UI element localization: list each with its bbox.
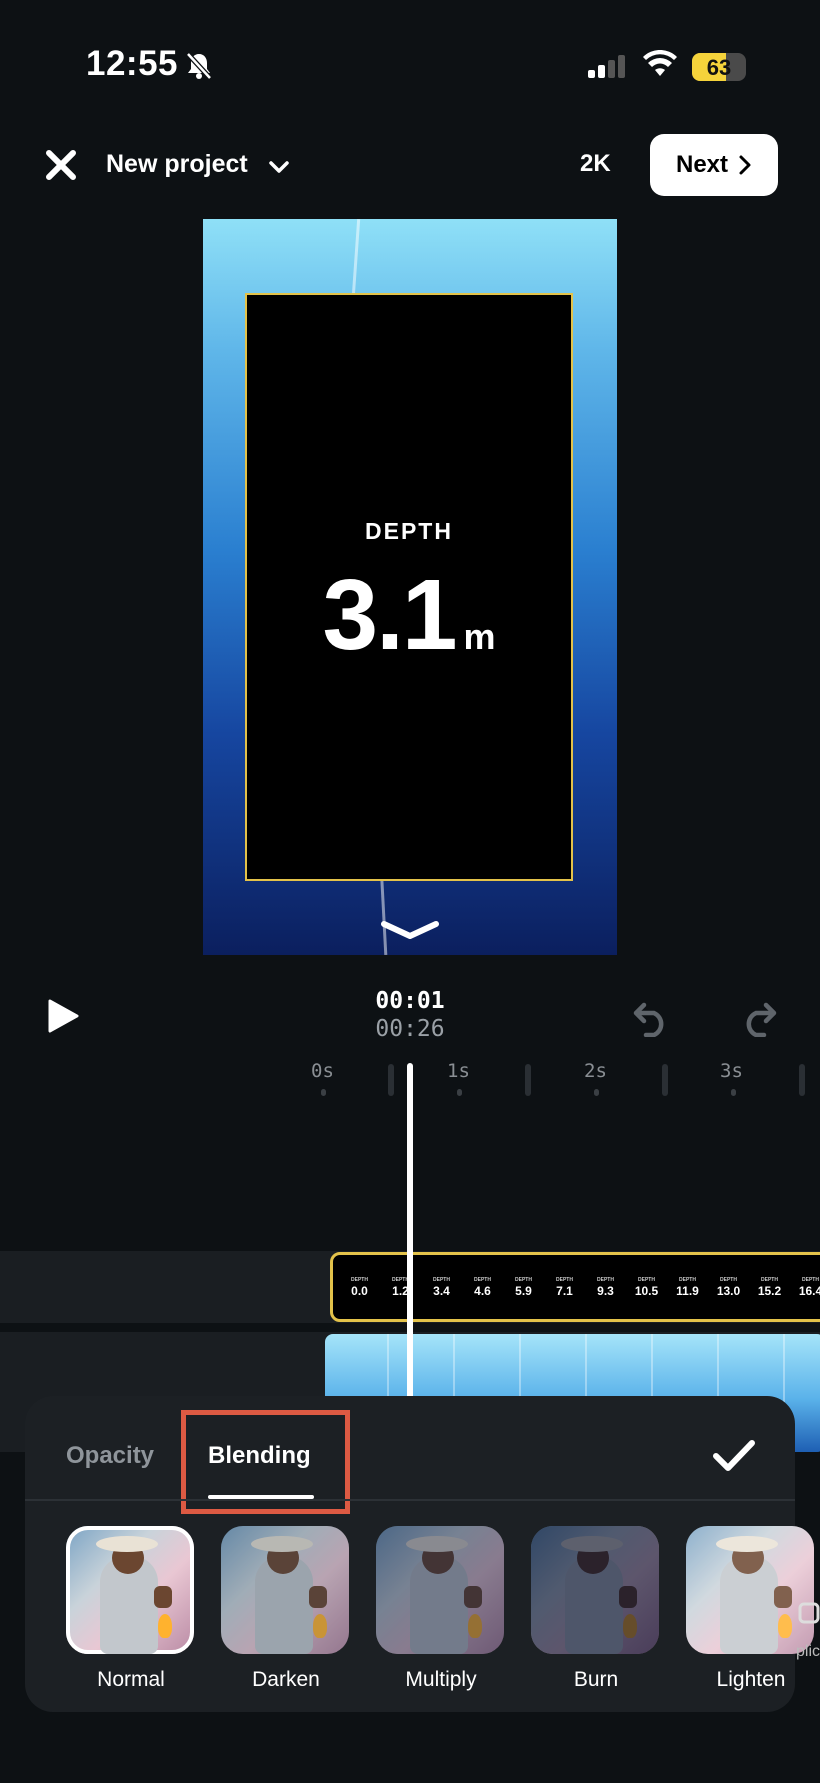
depth-track-item: DEPTH 7.1 <box>544 1277 585 1298</box>
blend-mode-multiply[interactable]: Multiply <box>376 1526 506 1692</box>
depth-track-item-value: 11.9 <box>676 1283 699 1298</box>
project-title[interactable]: New project <box>106 150 248 179</box>
depth-track-item-label: DEPTH <box>515 1276 532 1283</box>
depth-track-item-value: 7.1 <box>556 1283 573 1298</box>
depth-track-item-label: DEPTH <box>433 1276 450 1283</box>
undo-icon[interactable] <box>632 997 672 1037</box>
resolution-selector[interactable]: 2K <box>580 150 611 178</box>
depth-track-item-label: DEPTH <box>638 1276 655 1283</box>
next-button-label: Next <box>675 151 729 178</box>
ruler-tick <box>388 1064 394 1096</box>
blend-mode-thumbnail <box>66 1526 194 1654</box>
depth-track-item: DEPTH 11.9 <box>667 1277 708 1298</box>
duplicate-icon[interactable] <box>796 1598 820 1628</box>
status-time: 12:55 <box>86 44 179 83</box>
depth-track-item: DEPTH 0.0 <box>339 1277 380 1298</box>
blend-mode-thumbnail <box>531 1526 659 1654</box>
total-time: 00:26 <box>375 1016 445 1042</box>
ruler-tick <box>321 1089 326 1096</box>
blend-mode-label: Darken <box>252 1668 320 1691</box>
close-icon[interactable] <box>44 148 78 182</box>
tab-opacity[interactable]: Opacity <box>66 1442 154 1470</box>
ruler-tick <box>457 1089 462 1096</box>
panel-divider <box>25 1499 795 1501</box>
depth-track-item: DEPTH 4.6 <box>462 1277 503 1298</box>
ruler-label-2s: 2s <box>584 1060 607 1082</box>
depth-number: 3.1 <box>322 559 457 671</box>
ruler-tick <box>799 1064 805 1096</box>
depth-overlay-clip[interactable]: DEPTH 0.0 DEPTH 1.2 DEPTH 3.4 DEPTH 4.6 DEPTH 5.9… <box>330 1252 820 1322</box>
depth-track-item-label: DEPTH <box>720 1276 737 1283</box>
depth-track-item-value: 5.9 <box>515 1283 532 1298</box>
depth-track-item: DEPTH 5.9 <box>503 1277 544 1298</box>
playhead[interactable] <box>407 1063 413 1399</box>
blend-mode-thumbnail <box>686 1526 814 1654</box>
blend-mode-normal[interactable]: Normal <box>66 1526 196 1692</box>
blend-mode-darken[interactable]: Darken <box>221 1526 351 1692</box>
ruler-label-1s: 1s <box>447 1060 470 1082</box>
depth-track-item-value: 16.4 <box>798 1283 820 1298</box>
depth-track-item-value: 3.4 <box>433 1283 450 1298</box>
depth-track-item-label: DEPTH <box>474 1276 491 1283</box>
depth-value-display: 3.1 m <box>245 558 573 673</box>
depth-unit: m <box>463 616 496 657</box>
depth-track-item-label: DEPTH <box>392 1276 409 1283</box>
depth-track-item-label: DEPTH <box>351 1276 368 1283</box>
blend-mode-burn[interactable]: Burn <box>531 1526 661 1692</box>
blend-mode-label: Burn <box>573 1668 619 1691</box>
depth-track-item: DEPTH 10.5 <box>626 1277 667 1298</box>
depth-track-item-value: 13.0 <box>716 1283 741 1298</box>
offscreen-tool-label: plic <box>796 1643 820 1660</box>
depth-track-item-value: 15.2 <box>757 1283 782 1298</box>
next-button[interactable]: Next <box>650 134 778 196</box>
wifi-icon <box>643 50 677 76</box>
depth-track-item-label: DEPTH <box>802 1276 819 1283</box>
collapse-chevron-icon[interactable] <box>380 918 440 942</box>
ruler-tick <box>594 1089 599 1096</box>
blend-mode-thumbnail <box>221 1526 349 1654</box>
blend-mode-thumbnail <box>376 1526 504 1654</box>
depth-track-item: DEPTH 13.0 <box>708 1277 749 1298</box>
depth-track-item-value: 10.5 <box>634 1283 659 1298</box>
silent-bell-icon <box>186 52 212 80</box>
depth-track-item: DEPTH 9.3 <box>585 1277 626 1298</box>
play-icon[interactable] <box>44 998 80 1034</box>
ruler-tick <box>525 1064 531 1096</box>
depth-track-item-label: DEPTH <box>761 1276 778 1283</box>
ruler-tick <box>731 1089 736 1096</box>
ruler-tick <box>662 1064 668 1096</box>
depth-track-item-label: DEPTH <box>556 1276 573 1283</box>
battery-percent: 63 <box>706 55 732 80</box>
depth-track-item: DEPTH 15.2 <box>749 1277 790 1298</box>
depth-track-item-value: 9.3 <box>597 1283 614 1298</box>
redo-icon[interactable] <box>738 997 778 1037</box>
chevron-down-icon[interactable] <box>268 156 290 178</box>
depth-track-item: DEPTH 3.4 <box>421 1277 462 1298</box>
chevron-right-icon <box>739 155 751 175</box>
depth-track-item-value: 0.0 <box>351 1283 368 1298</box>
checkmark-icon[interactable] <box>712 1438 756 1474</box>
blend-mode-label: Multiply <box>405 1668 477 1691</box>
ruler-label-0s: 0s <box>311 1060 334 1082</box>
depth-track-item-label: DEPTH <box>597 1276 614 1283</box>
depth-track-item: DEPTH 1.2 <box>380 1277 421 1298</box>
ruler-label-3s: 3s <box>720 1060 743 1082</box>
blend-mode-label: Lighten <box>716 1668 786 1691</box>
cellular-signal-icon <box>588 55 625 78</box>
depth-track-item: DEPTH 16.4 <box>790 1277 820 1298</box>
battery-indicator: 63 <box>692 53 746 81</box>
depth-label: DEPTH <box>365 518 453 544</box>
depth-track-item-value: 4.6 <box>474 1283 491 1298</box>
depth-track-item-label: DEPTH <box>679 1276 696 1283</box>
blend-mode-label: Normal <box>97 1668 165 1691</box>
current-time: 00:01 <box>375 988 445 1014</box>
